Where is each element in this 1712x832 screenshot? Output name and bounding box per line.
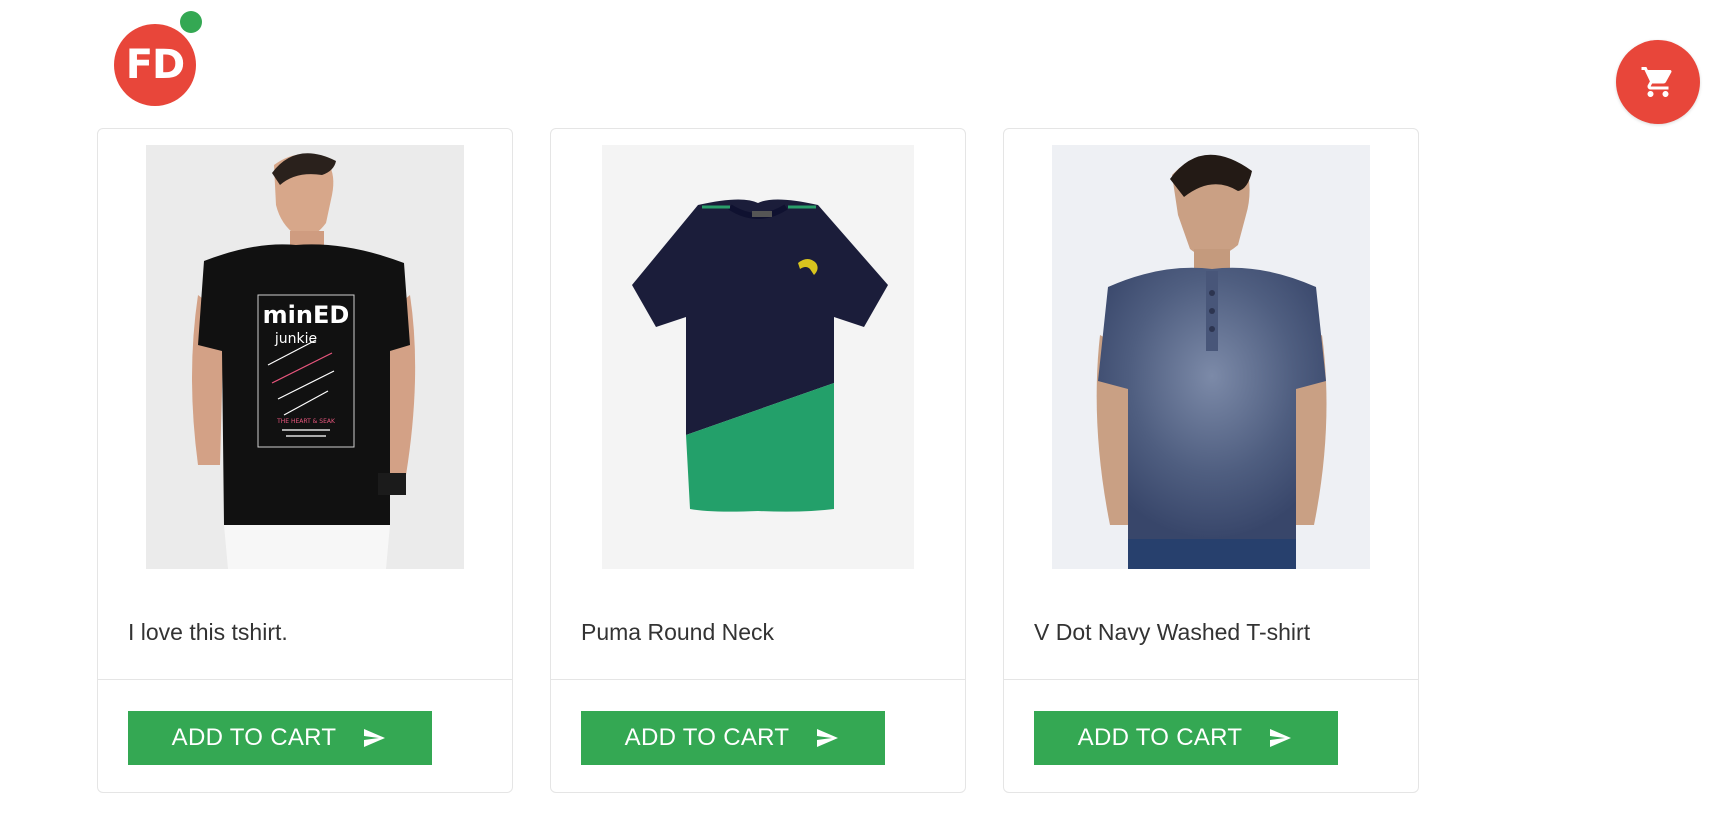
cart-icon bbox=[1641, 67, 1672, 97]
svg-text:minED: minED bbox=[263, 301, 350, 329]
send-icon bbox=[1266, 726, 1294, 750]
product-title[interactable]: V Dot Navy Washed T-shirt bbox=[1034, 619, 1310, 646]
product-title[interactable]: I love this tshirt. bbox=[128, 619, 288, 646]
card-divider bbox=[551, 679, 965, 680]
add-to-cart-label: ADD TO CART bbox=[1077, 724, 1243, 751]
logo-dot bbox=[180, 11, 202, 33]
add-to-cart-label: ADD TO CART bbox=[624, 724, 790, 751]
svg-text:THE HEART & SEAK: THE HEART & SEAK bbox=[276, 418, 336, 425]
product-image[interactable]: minED junkie THE HEART & SEAK bbox=[146, 145, 464, 569]
add-to-cart-button[interactable]: ADD TO CART bbox=[1034, 711, 1338, 765]
card-divider bbox=[1004, 679, 1418, 680]
product-title[interactable]: Puma Round Neck bbox=[581, 619, 774, 646]
product-card: minED junkie THE HEART & SEAK I love thi… bbox=[97, 128, 513, 793]
card-divider bbox=[98, 679, 512, 680]
logo-badge: FD bbox=[114, 24, 196, 106]
logo-text: FD bbox=[125, 42, 186, 88]
add-to-cart-label: ADD TO CART bbox=[171, 724, 337, 751]
product-image[interactable] bbox=[602, 145, 914, 569]
send-icon bbox=[813, 726, 841, 750]
svg-text:junkie: junkie bbox=[274, 331, 317, 347]
product-card: V Dot Navy Washed T-shirt ADD TO CART bbox=[1003, 128, 1419, 793]
add-to-cart-button[interactable]: ADD TO CART bbox=[128, 711, 432, 765]
product-card: Puma Round Neck ADD TO CART bbox=[550, 128, 966, 793]
brand-logo[interactable]: FD bbox=[114, 11, 202, 106]
cart-button[interactable] bbox=[1616, 40, 1700, 124]
send-icon bbox=[360, 726, 388, 750]
product-image[interactable] bbox=[1052, 145, 1370, 569]
add-to-cart-button[interactable]: ADD TO CART bbox=[581, 711, 885, 765]
